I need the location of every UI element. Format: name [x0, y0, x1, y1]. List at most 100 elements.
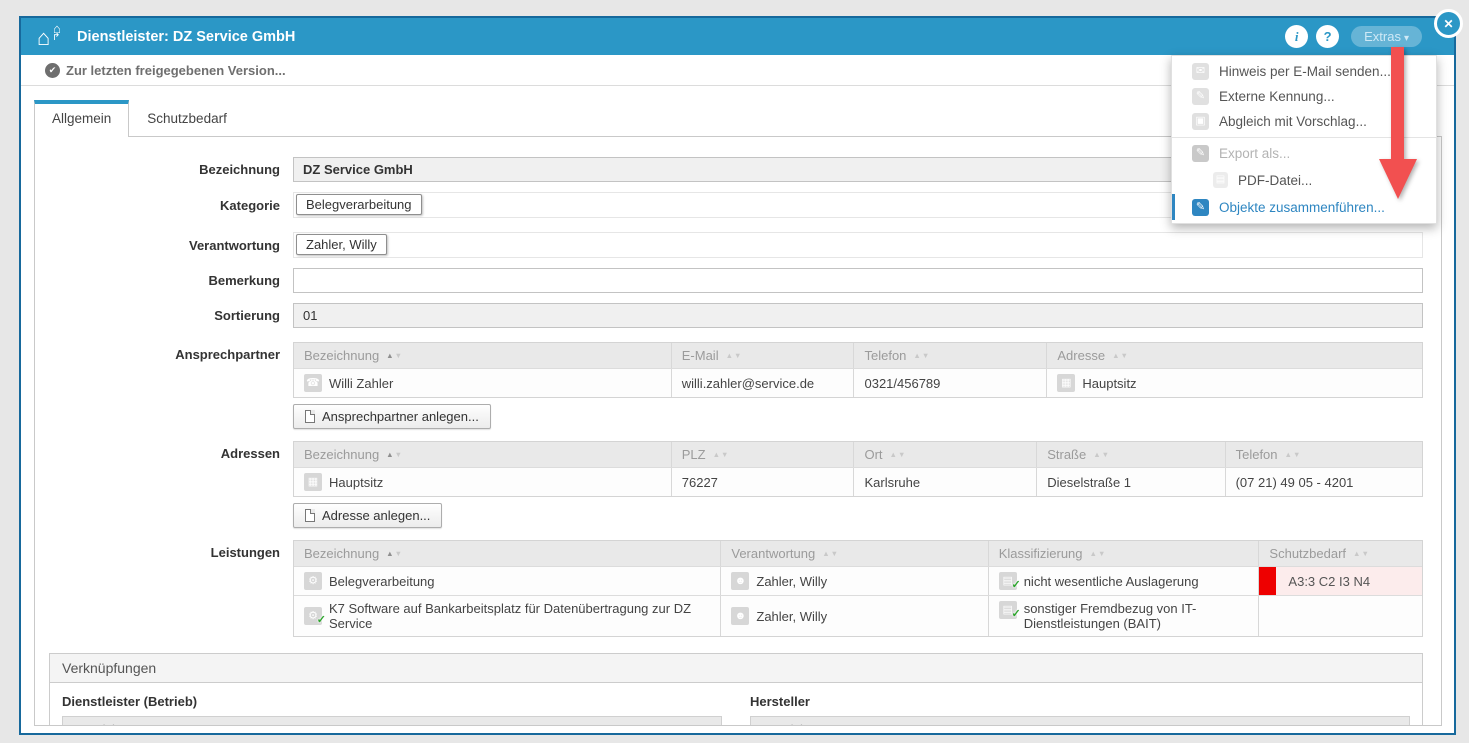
- address-icon: ▦: [304, 473, 322, 491]
- kategorie-label: Kategorie: [35, 198, 280, 213]
- copy-icon: ▣: [1192, 113, 1209, 130]
- contact-phone-icon: ☎: [304, 374, 322, 392]
- close-icon[interactable]: ✕: [1434, 9, 1463, 38]
- envelope-icon: ✉: [1192, 63, 1209, 80]
- classification-document-icon: ▤✓: [999, 572, 1017, 590]
- adresse-anlegen-button[interactable]: Adresse anlegen...: [293, 503, 442, 528]
- sort-icon: ▲▼: [155, 725, 172, 726]
- table-row[interactable]: ⚙Belegverarbeitung ☻Zahler, Willy ▤✓nich…: [294, 566, 1422, 595]
- sort-icon: ▲▼: [890, 450, 907, 459]
- hersteller-label: Hersteller: [750, 694, 1410, 709]
- verantwortung-row: Verantwortung Zahler, Willy: [35, 232, 1423, 258]
- tab-schutzbedarf[interactable]: Schutzbedarf: [129, 101, 245, 136]
- info-icon[interactable]: i: [1285, 25, 1308, 48]
- leistungen-section: Leistungen Bezeichnung▲▼ Verantwortung▲▼…: [35, 540, 1423, 637]
- export-icon: ✎: [1192, 145, 1209, 162]
- address-icon: ▦: [1057, 374, 1075, 392]
- menu-item-abgleich-vorschlag[interactable]: ▣ Abgleich mit Vorschlag...: [1172, 109, 1436, 134]
- pdf-file-icon: ▤: [1213, 172, 1228, 188]
- sort-icon: ▲▼: [726, 351, 743, 360]
- window-titlebar: ⌂ ⌂ ↱ Dienstleister: DZ Service GmbH i ?…: [21, 18, 1454, 55]
- service-gear-icon: ⚙: [304, 572, 322, 590]
- column-header-strasse[interactable]: Straße▲▼: [1036, 442, 1224, 467]
- sort-icon: ▲▼: [386, 549, 403, 558]
- verknuepfungen-section: Verknüpfungen Dienstleister (Betrieb) Be…: [49, 653, 1423, 726]
- column-header-email[interactable]: E-Mail▲▼: [671, 343, 854, 368]
- sort-icon: ▲▼: [1093, 450, 1110, 459]
- bemerkung-field[interactable]: [293, 268, 1423, 293]
- column-header-telefon[interactable]: Telefon▲▼: [853, 343, 1046, 368]
- menu-item-export-als[interactable]: ✎ Export als...: [1172, 141, 1436, 166]
- column-header-bezeichnung[interactable]: Bezeichnung▲▼: [294, 541, 720, 566]
- kategorie-chip[interactable]: Belegverarbeitung: [296, 194, 422, 215]
- hersteller-column: Hersteller Bezeichnung ▲▼: [750, 694, 1410, 726]
- sortierung-label: Sortierung: [35, 308, 280, 323]
- bezeichnung-label: Bezeichnung: [35, 162, 280, 177]
- sortierung-row: Sortierung: [35, 303, 1423, 328]
- column-header-adresse[interactable]: Adresse▲▼: [1046, 343, 1422, 368]
- column-header-schutzbedarf[interactable]: Schutzbedarf▲▼: [1258, 541, 1422, 566]
- menu-item-objekte-zusammenfuehren[interactable]: ✎ Objekte zusammenführen...: [1172, 194, 1436, 220]
- edit-square-icon: ✎: [1192, 88, 1209, 105]
- column-header-verantwortung[interactable]: Verantwortung▲▼: [720, 541, 987, 566]
- adressen-section: Adressen Bezeichnung▲▼ PLZ▲▼ Ort▲▼ Straß…: [35, 441, 1423, 528]
- ansprechpartner-anlegen-button[interactable]: Ansprechpartner anlegen...: [293, 404, 491, 429]
- column-header-plz[interactable]: PLZ▲▼: [671, 442, 854, 467]
- person-icon: ☻: [731, 607, 749, 625]
- menu-separator: [1172, 137, 1436, 138]
- column-header-klassifizierung[interactable]: Klassifizierung▲▼: [988, 541, 1259, 566]
- menu-item-externe-kennung[interactable]: ✎ Externe Kennung...: [1172, 84, 1436, 109]
- column-header-bezeichnung[interactable]: Bezeichnung▲▼: [294, 442, 671, 467]
- window-title: Dienstleister: DZ Service GmbH: [77, 29, 295, 45]
- leistungen-label: Leistungen: [35, 540, 280, 637]
- sort-icon: ▲▼: [386, 351, 403, 360]
- new-document-icon: [305, 410, 315, 423]
- merge-objects-icon: ✎: [1192, 199, 1209, 216]
- sort-icon: ▲▼: [1353, 549, 1370, 558]
- person-icon: ☻: [731, 572, 749, 590]
- sort-icon: ▲▼: [843, 725, 860, 726]
- extras-button[interactable]: Extras▾: [1351, 26, 1422, 47]
- ansprechpartner-table: Bezeichnung▲▼ E-Mail▲▼ Telefon▲▼ Adresse…: [293, 342, 1423, 398]
- allgemein-panel: Bezeichnung Kategorie Belegverarbeitung …: [34, 136, 1442, 726]
- tab-allgemein[interactable]: Allgemein: [34, 100, 129, 137]
- bemerkung-row: Bemerkung: [35, 268, 1423, 293]
- column-header-bezeichnung[interactable]: Bezeichnung▲▼: [294, 343, 671, 368]
- verantwortung-label: Verantwortung: [35, 238, 280, 253]
- sortierung-field[interactable]: [293, 303, 1423, 328]
- verknuepfungen-title: Verknüpfungen: [50, 654, 1422, 683]
- sort-icon: ▲▼: [1285, 450, 1302, 459]
- sort-icon: ▲▼: [913, 351, 930, 360]
- adressen-table: Bezeichnung▲▼ PLZ▲▼ Ort▲▼ Straße▲▼ Telef…: [293, 441, 1423, 497]
- last-released-version-link[interactable]: Zur letzten freigegebenen Version...: [66, 63, 286, 78]
- dienstleister-betrieb-label: Dienstleister (Betrieb): [62, 694, 722, 709]
- menu-item-hinweis-email[interactable]: ✉ Hinweis per E-Mail senden...: [1172, 59, 1436, 84]
- service-provider-icon: ⌂ ⌂ ↱: [37, 26, 67, 48]
- check-circle-icon: ✔: [45, 63, 60, 78]
- new-document-icon: [305, 509, 315, 522]
- bemerkung-label: Bemerkung: [35, 273, 280, 288]
- service-gear-icon: ⚙✓: [304, 607, 322, 625]
- verantwortung-chip[interactable]: Zahler, Willy: [296, 234, 387, 255]
- schutzbedarf-red-indicator: [1259, 567, 1276, 595]
- table-row[interactable]: ▦Hauptsitz 76227 Karlsruhe Dieselstraße …: [294, 467, 1422, 496]
- sort-icon: ▲▼: [822, 549, 839, 558]
- column-header-ort[interactable]: Ort▲▼: [853, 442, 1036, 467]
- column-header-bezeichnung[interactable]: Bezeichnung ▲▼: [750, 716, 1410, 726]
- verantwortung-field[interactable]: Zahler, Willy: [293, 232, 1423, 258]
- menu-item-pdf-datei[interactable]: ▤ PDF-Datei...: [1172, 166, 1436, 194]
- classification-document-icon: ▤✓: [999, 601, 1017, 619]
- help-icon[interactable]: ?: [1316, 25, 1339, 48]
- ansprechpartner-label: Ansprechpartner: [35, 342, 280, 429]
- schutzbedarf-cell: A3:3 C2 I3 N4: [1258, 567, 1422, 595]
- table-row[interactable]: ☎Willi Zahler willi.zahler@service.de 03…: [294, 368, 1422, 397]
- page-background: ⌂ ⌂ ↱ Dienstleister: DZ Service GmbH i ?…: [0, 0, 1469, 743]
- sort-icon: ▲▼: [713, 450, 730, 459]
- dienstleister-betrieb-column: Dienstleister (Betrieb) Bezeichnung ▲▼: [62, 694, 722, 726]
- ansprechpartner-section: Ansprechpartner Bezeichnung▲▼ E-Mail▲▼ T…: [35, 342, 1423, 429]
- column-header-bezeichnung[interactable]: Bezeichnung ▲▼: [62, 716, 722, 726]
- table-row[interactable]: ⚙✓K7 Software auf Bankarbeitsplatz für D…: [294, 595, 1422, 636]
- column-header-telefon[interactable]: Telefon▲▼: [1225, 442, 1422, 467]
- chevron-down-icon: ▾: [1404, 33, 1409, 44]
- leistungen-table: Bezeichnung▲▼ Verantwortung▲▼ Klassifizi…: [293, 540, 1423, 637]
